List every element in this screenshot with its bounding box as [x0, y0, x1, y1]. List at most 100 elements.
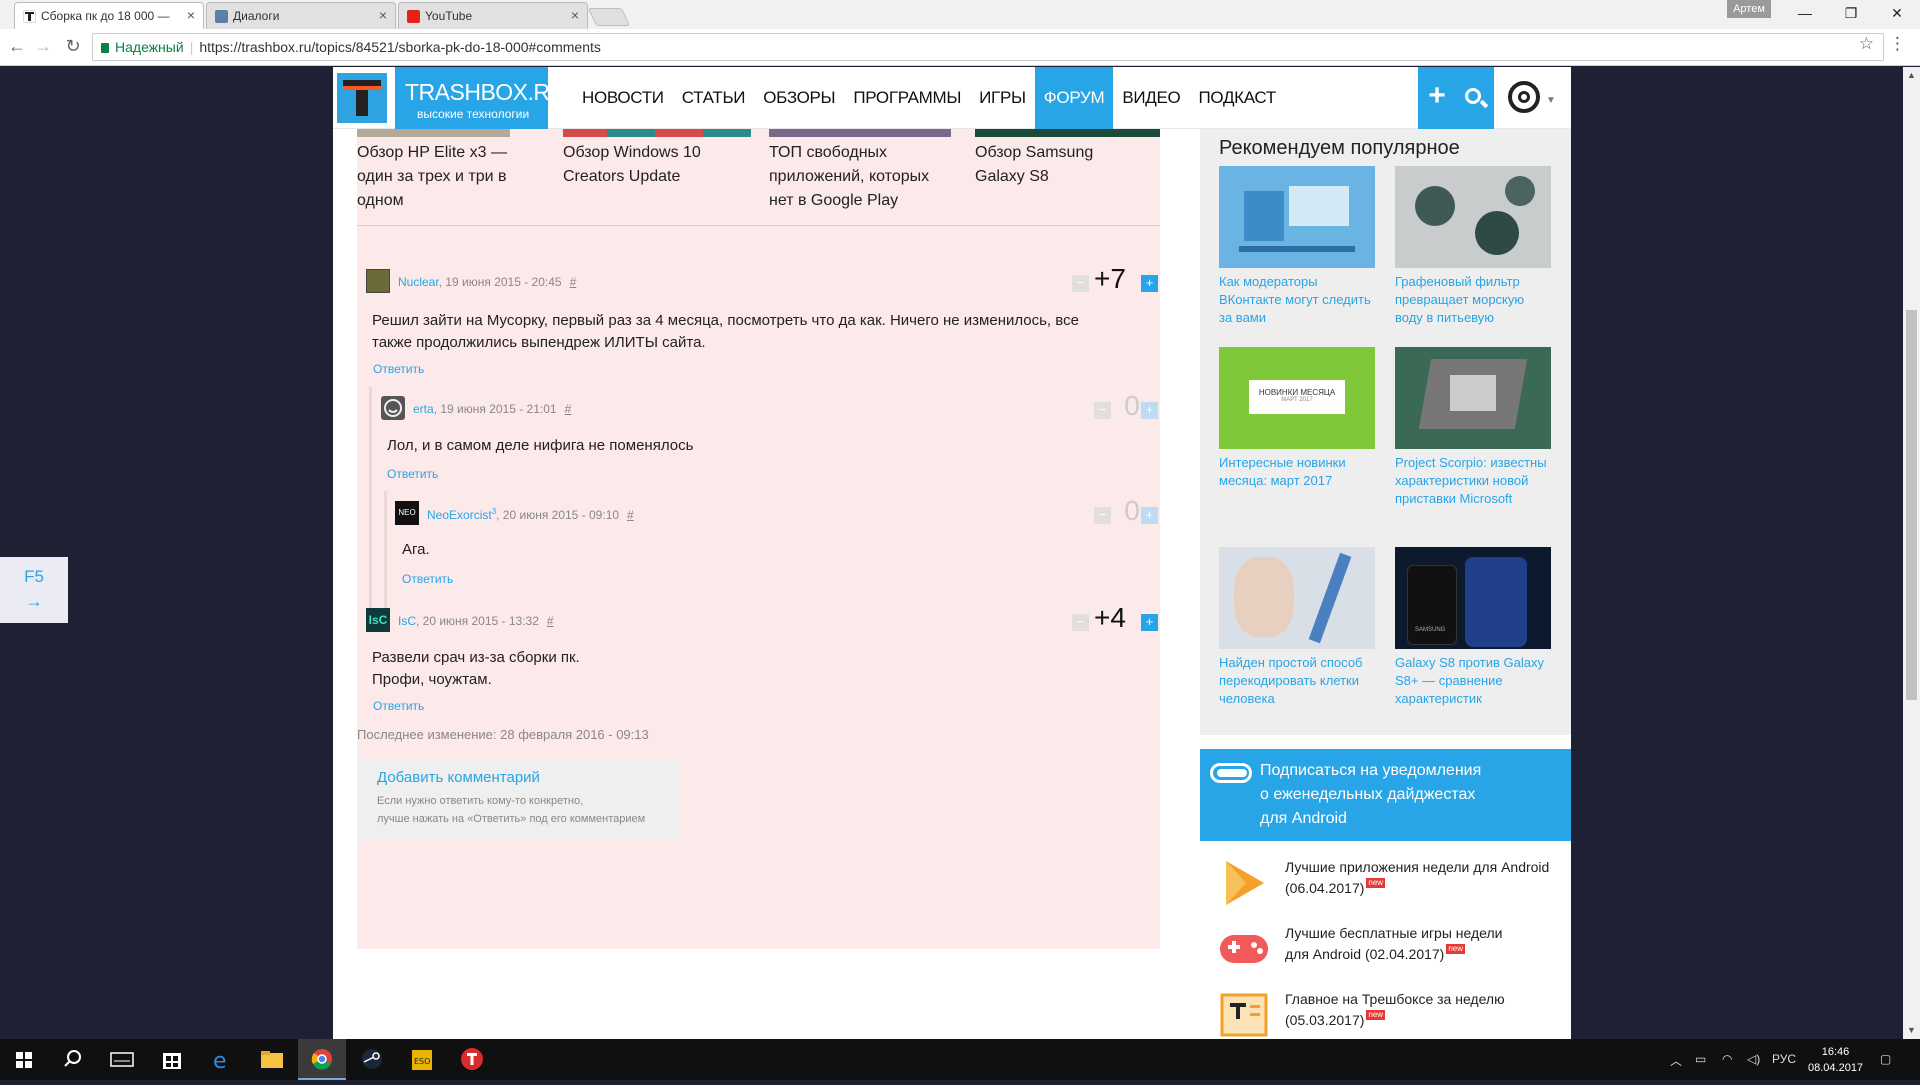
vote-down-button[interactable]: −	[1072, 275, 1089, 292]
vote-down-button[interactable]: −	[1094, 507, 1111, 524]
trashbox-logo-icon[interactable]	[337, 73, 387, 123]
reload-icon[interactable]: ↻	[62, 36, 84, 57]
page-scrollbar[interactable]: ▲ ▼	[1903, 67, 1920, 1039]
file-explorer-icon[interactable]	[248, 1039, 296, 1080]
related-article[interactable]: ТОП свободных приложений, которых нет в …	[769, 141, 954, 213]
scrollbar-thumb[interactable]	[1906, 310, 1917, 700]
wifi-icon[interactable]: ◠	[1722, 1052, 1732, 1066]
comment-author[interactable]: Nuclear	[398, 275, 439, 289]
comment-author[interactable]: NeoExorcist	[427, 508, 492, 522]
browser-tab[interactable]: Диалоги ×	[206, 2, 396, 29]
notifications-icon[interactable]: ▢	[1880, 1052, 1891, 1066]
related-article[interactable]: Обзор Samsung Galaxy S8	[975, 141, 1145, 189]
digest-item[interactable]: Лучшие приложения недели для Android (06.…	[1200, 857, 1571, 913]
recommended-caption[interactable]: Графеновый фильтр превращает морскую вод…	[1395, 273, 1551, 327]
vote-up-button[interactable]: +	[1141, 402, 1158, 419]
avatar[interactable]: IsC	[366, 608, 390, 632]
steam-icon[interactable]	[348, 1039, 396, 1080]
recommended-caption[interactable]: Project Scorpio: известны характеристики…	[1395, 454, 1551, 508]
nav-articles[interactable]: СТАТЬИ	[673, 67, 755, 129]
reply-link[interactable]: Ответить	[373, 362, 424, 376]
store-icon[interactable]	[148, 1039, 196, 1080]
search-icon[interactable]	[48, 1039, 96, 1080]
close-tab-icon[interactable]: ×	[379, 7, 387, 23]
nav-news[interactable]: НОВОСТИ	[573, 67, 673, 129]
keyboard-icon[interactable]	[98, 1039, 146, 1080]
add-comment-box[interactable]: Добавить комментарий Если нужно ответить…	[357, 757, 679, 841]
nav-video[interactable]: ВИДЕО	[1113, 67, 1189, 129]
forward-icon[interactable]: →	[32, 36, 54, 57]
recommended-caption[interactable]: Как модераторы ВКонтакте могут следить з…	[1219, 273, 1375, 327]
browser-tab[interactable]: YouTube ×	[398, 2, 588, 29]
avatar[interactable]: NEO	[395, 501, 419, 525]
related-article[interactable]: Обзор HP Elite x3 — один за трех и три в…	[357, 141, 527, 213]
recommended-caption[interactable]: Интересные новинки месяца: март 2017	[1219, 454, 1375, 490]
subscribe-box[interactable]: Подписаться на уведомления о еженедельных…	[1200, 749, 1571, 841]
language-indicator[interactable]: РУС	[1772, 1052, 1796, 1066]
vote-down-button[interactable]: −	[1072, 614, 1089, 631]
bookmark-star-icon[interactable]: ☆	[1859, 34, 1874, 54]
recommended-item[interactable]: Графеновый фильтр превращает морскую вод…	[1395, 166, 1551, 327]
recommended-item[interactable]: Найден простой способ перекодировать кле…	[1219, 547, 1375, 708]
nav-programs[interactable]: ПРОГРАММЫ	[844, 67, 970, 129]
digest-item[interactable]: Лучшие бесплатные игры недели для Android…	[1200, 923, 1571, 979]
browser-tab-active[interactable]: Сборка пк до 18 000 — ×	[14, 2, 204, 29]
reply-link[interactable]: Ответить	[402, 572, 453, 586]
add-post-button[interactable]: +	[1418, 67, 1456, 129]
battery-icon[interactable]: ▭	[1695, 1052, 1706, 1066]
avatar[interactable]	[366, 269, 390, 293]
close-tab-icon[interactable]: ×	[571, 7, 579, 23]
browser-menu-icon[interactable]: ⋮	[1889, 34, 1906, 54]
chrome-icon[interactable]	[298, 1039, 346, 1080]
comment-permalink[interactable]: #	[627, 508, 634, 522]
tray-chevron-up-icon[interactable]: ︿	[1670, 1052, 1682, 1069]
vote-up-button[interactable]: +	[1141, 614, 1158, 631]
system-clock[interactable]: 16:46 08.04.2017	[1808, 1044, 1863, 1076]
trashbox-app-icon[interactable]	[448, 1039, 496, 1080]
chevron-down-icon[interactable]: ▼	[1546, 95, 1556, 106]
brand-block[interactable]: TRASHBOX.RU высокие технологии	[395, 67, 566, 129]
recommended-item[interactable]: Как модераторы ВКонтакте могут следить з…	[1219, 166, 1375, 327]
close-window-icon[interactable]: ✕	[1874, 0, 1920, 29]
f5-widget[interactable]: F5 →	[0, 557, 68, 623]
add-comment-link[interactable]: Добавить комментарий	[377, 769, 540, 786]
close-tab-icon[interactable]: ×	[187, 7, 195, 23]
avatar[interactable]	[381, 396, 405, 420]
edge-browser-icon[interactable]: e	[198, 1039, 246, 1080]
recommended-caption[interactable]: Найден простой способ перекодировать кле…	[1219, 654, 1375, 708]
scroll-down-icon[interactable]: ▼	[1907, 1025, 1916, 1035]
windows-start-icon[interactable]	[0, 1039, 48, 1080]
nav-reviews[interactable]: ОБЗОРЫ	[754, 67, 844, 129]
user-menu-icon[interactable]	[1508, 81, 1540, 113]
comment-permalink[interactable]: #	[570, 275, 577, 289]
volume-icon[interactable]: ◁)	[1747, 1052, 1760, 1066]
reply-link[interactable]: Ответить	[373, 699, 424, 713]
reply-link[interactable]: Ответить	[387, 467, 438, 481]
search-button[interactable]	[1456, 67, 1494, 129]
vote-up-button[interactable]: +	[1141, 507, 1158, 524]
comment-author[interactable]: IsC	[398, 614, 416, 628]
vote-up-button[interactable]: +	[1141, 275, 1158, 292]
digest-item[interactable]: Главное на Трешбоксе за неделю (05.03.201…	[1200, 989, 1571, 1039]
address-bar[interactable]: Надежный | https://trashbox.ru/topics/8452…	[92, 33, 1884, 61]
comment-permalink[interactable]: #	[547, 614, 554, 628]
app-icon[interactable]: ESO	[398, 1039, 446, 1080]
nav-games[interactable]: ИГРЫ	[970, 67, 1035, 129]
maximize-icon[interactable]: ❐	[1828, 0, 1874, 29]
recommended-item[interactable]: НОВИНКИ МЕСЯЦА МАРТ 2017 Интересные нови…	[1219, 347, 1375, 490]
comment-permalink[interactable]: #	[565, 402, 572, 416]
new-tab-button[interactable]	[587, 8, 631, 26]
scroll-up-icon[interactable]: ▲	[1907, 70, 1916, 80]
recommended-caption[interactable]: Galaxy S8 против Galaxy S8+ — сравнение …	[1395, 654, 1551, 708]
recommended-item[interactable]: Project Scorpio: известны характеристики…	[1395, 347, 1551, 508]
recommended-item[interactable]: SAMSUNG Galaxy S8 против Galaxy S8+ — ср…	[1395, 547, 1551, 708]
back-icon[interactable]: ←	[6, 36, 28, 57]
profile-badge[interactable]: Артем	[1727, 0, 1771, 18]
related-article[interactable]: Обзор Windows 10 Creators Update	[563, 141, 733, 189]
subscribe-toggle[interactable]	[1210, 763, 1252, 783]
minimize-icon[interactable]: —	[1782, 0, 1828, 29]
vote-down-button[interactable]: −	[1094, 402, 1111, 419]
comment-author[interactable]: erta	[413, 402, 434, 416]
nav-forum[interactable]: ФОРУМ	[1034, 67, 1114, 129]
nav-podcast[interactable]: ПОДКАСТ	[1189, 67, 1284, 129]
